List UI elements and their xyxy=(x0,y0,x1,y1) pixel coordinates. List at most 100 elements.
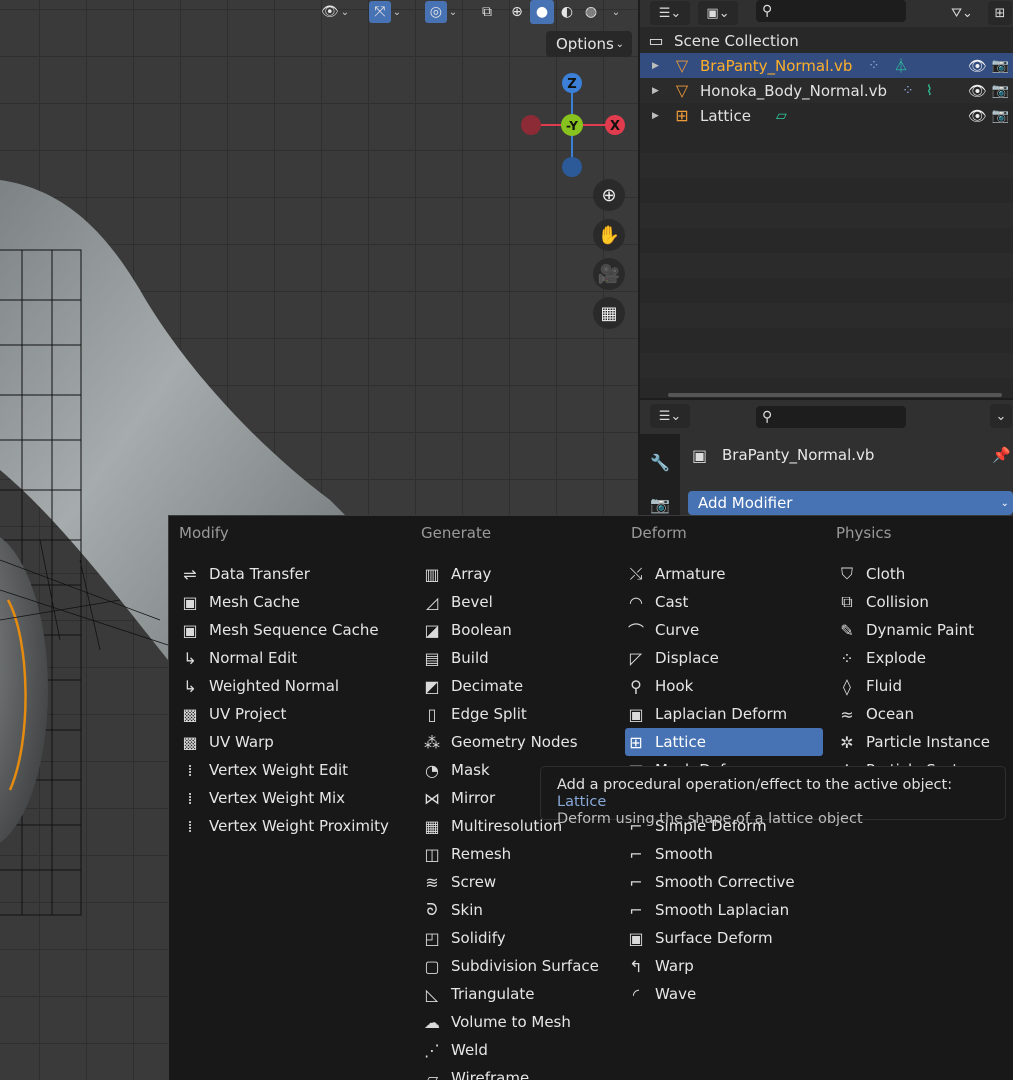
modifier-icon[interactable]: ⁘ xyxy=(868,58,880,74)
menu-item-cloth[interactable]: ⛉ Cloth xyxy=(836,560,1011,588)
menu-item-collision[interactable]: ⧉ Collision xyxy=(836,588,1011,616)
outliner-row-lattice[interactable]: ▶ ⊞ Lattice ▱ 👁 📷 xyxy=(640,103,1013,128)
outliner-row-brapanty[interactable]: ▶ ▽ BraPanty_Normal.vb ⁘ ⏃ 👁 📷 xyxy=(640,53,1013,78)
mirror-icon: ⋈ xyxy=(424,788,440,808)
render-tab[interactable]: 📷 xyxy=(648,492,672,516)
modifier-icon[interactable]: ⁘ xyxy=(902,83,914,99)
camera-render-icon[interactable]: 📷 xyxy=(992,58,1009,74)
menu-item-particle-instance[interactable]: ✲ Particle Instance xyxy=(836,728,1011,756)
outliner-row-honoka[interactable]: ▶ ▽ Honoka_Body_Normal.vb ⁘ ⌇ 👁 📷 xyxy=(640,78,1013,103)
new-collection-button[interactable]: ⊞ xyxy=(988,1,1012,25)
options-dropdown[interactable]: Options ⌄ xyxy=(546,31,632,57)
wireframe-shading-button[interactable]: ⊕ xyxy=(506,0,528,24)
properties-search-input[interactable]: ⚲ xyxy=(756,406,906,428)
add-modifier-dropdown[interactable]: Add Modifier ⌄ xyxy=(688,491,1013,515)
eye-icon[interactable]: 👁 xyxy=(968,107,987,125)
hook-icon: ⚲ xyxy=(630,676,642,696)
menu-item-cast[interactable]: ◠ Cast xyxy=(625,588,823,616)
menu-item-remesh[interactable]: ◫ Remesh xyxy=(421,840,621,868)
visibility-button[interactable]: 👁 ⌄ xyxy=(316,0,354,24)
menu-item-wireframe[interactable]: ▱ Wireframe xyxy=(421,1064,621,1080)
menu-item-volume-to-mesh[interactable]: ☁ Volume to Mesh xyxy=(421,1008,621,1036)
menu-item-triangulate[interactable]: ◺ Triangulate xyxy=(421,980,621,1008)
menu-item-armature[interactable]: ⤯ Armature xyxy=(625,560,823,588)
rendered-shading-button[interactable]: ◍ xyxy=(580,0,602,24)
menu-item-solidify[interactable]: ◰ Solidify xyxy=(421,924,621,952)
menu-item-lattice[interactable]: ⊞ Lattice xyxy=(625,728,823,756)
menu-item-weld[interactable]: ⋰ Weld xyxy=(421,1036,621,1064)
menu-item-vertex-weight-edit[interactable]: ⁞ Vertex Weight Edit xyxy=(179,756,404,784)
menu-item-mesh-cache[interactable]: ▣ Mesh Cache xyxy=(179,588,404,616)
menu-item-explode[interactable]: ⁘ Explode xyxy=(836,644,1011,672)
menu-item-screw[interactable]: ≋ Screw xyxy=(421,868,621,896)
menu-item-array[interactable]: ▥ Array xyxy=(421,560,621,588)
xray-toggle[interactable]: ⧉ xyxy=(476,0,498,24)
menu-item-uv-warp[interactable]: ▩ UV Warp xyxy=(179,728,404,756)
expand-arrow-icon[interactable]: ▶ xyxy=(652,86,662,96)
ortho-toggle-button[interactable]: ▦ xyxy=(593,297,625,329)
menu-item-warp[interactable]: ↰ Warp xyxy=(625,952,823,980)
gizmo-toggle[interactable]: ⤧ ⌄ xyxy=(362,0,408,24)
menu-item-geometry-nodes[interactable]: ⁂ Geometry Nodes xyxy=(421,728,621,756)
menu-item-bevel[interactable]: ◿ Bevel xyxy=(421,588,621,616)
overlay-toggle[interactable]: ◎ ⌄ xyxy=(418,0,464,24)
outliner-scrollbar[interactable] xyxy=(668,393,1002,397)
fluid-icon: ◊ xyxy=(843,676,851,696)
properties-options-button[interactable]: ⌄ xyxy=(990,404,1012,428)
menu-item-smooth-laplacian[interactable]: ⌐ Smooth Laplacian xyxy=(625,896,823,924)
sphere-mesh xyxy=(0,537,48,843)
dynamic-paint-icon: ✎ xyxy=(840,620,854,640)
vertex-group-icon[interactable]: ⌇ xyxy=(926,83,933,99)
menu-item-skin[interactable]: ᘐ Skin xyxy=(421,896,621,924)
outliner-search-input[interactable]: ⚲ xyxy=(756,0,906,22)
zoom-button[interactable]: ⊕ xyxy=(593,179,625,211)
menu-item-weighted-normal[interactable]: ↳ Weighted Normal xyxy=(179,672,404,700)
pan-button[interactable]: ✋ xyxy=(593,219,625,251)
pin-icon[interactable]: 📌 xyxy=(992,446,1011,464)
gizmo-neg-x-axis[interactable] xyxy=(521,115,541,135)
menu-item-normal-edit[interactable]: ↳ Normal Edit xyxy=(179,644,404,672)
lattice-data-icon[interactable]: ▱ xyxy=(776,108,787,124)
menu-item-decimate[interactable]: ◩ Decimate xyxy=(421,672,621,700)
editor-type-button[interactable]: ☰⌄ xyxy=(650,404,690,428)
expand-arrow-icon[interactable]: ▶ xyxy=(652,61,662,71)
tool-tab[interactable]: 🔧 xyxy=(648,450,672,474)
camera-view-button[interactable]: 🎥 xyxy=(593,258,625,290)
scene-collection-row[interactable]: ▭ Scene Collection xyxy=(640,28,1013,53)
shading-options-button[interactable]: ⌄ xyxy=(606,0,624,24)
mesh-data-icon[interactable]: ⏃ xyxy=(894,56,908,76)
menu-item-uv-project[interactable]: ▩ UV Project xyxy=(179,700,404,728)
menu-item-smooth[interactable]: ⌐ Smooth xyxy=(625,840,823,868)
camera-render-icon[interactable]: 📷 xyxy=(992,83,1009,99)
menu-item-smooth-corrective[interactable]: ⌐ Smooth Corrective xyxy=(625,868,823,896)
display-mode-button[interactable]: ☰⌄ xyxy=(650,1,690,25)
eye-icon[interactable]: 👁 xyxy=(968,82,987,100)
menu-item-dynamic-paint[interactable]: ✎ Dynamic Paint xyxy=(836,616,1011,644)
camera-render-icon[interactable]: 📷 xyxy=(992,108,1009,124)
expand-arrow-icon[interactable]: ▶ xyxy=(652,111,662,121)
menu-item-subdivision-surface[interactable]: ▢ Subdivision Surface xyxy=(421,952,621,980)
eye-icon[interactable]: 👁 xyxy=(968,57,987,75)
menu-item-mesh-sequence-cache[interactable]: ▣ Mesh Sequence Cache xyxy=(179,616,404,644)
menu-item-data-transfer[interactable]: ⇌ Data Transfer xyxy=(179,560,404,588)
menu-item-edge-split[interactable]: ▯ Edge Split xyxy=(421,700,621,728)
material-shading-button[interactable]: ◐ xyxy=(556,0,578,24)
menu-item-fluid[interactable]: ◊ Fluid xyxy=(836,672,1011,700)
filter-button[interactable]: ⛛⌄ xyxy=(944,1,980,25)
menu-item-vertex-weight-mix[interactable]: ⁞ Vertex Weight Mix xyxy=(179,784,404,812)
navigation-gizmo[interactable]: Z -Y X xyxy=(515,70,635,180)
menu-item-ocean[interactable]: ≈ Ocean xyxy=(836,700,1011,728)
menu-item-vertex-weight-proximity[interactable]: ⁞ Vertex Weight Proximity xyxy=(179,812,404,840)
menu-item-build[interactable]: ▤ Build xyxy=(421,644,621,672)
menu-item-displace[interactable]: ◸ Displace xyxy=(625,644,823,672)
menu-item-surface-deform[interactable]: ▣ Surface Deform xyxy=(625,924,823,952)
gizmo-neg-z-axis[interactable] xyxy=(562,157,582,177)
menu-item-curve[interactable]: ⌒ Curve xyxy=(625,616,823,644)
solid-shading-button[interactable]: ● xyxy=(530,0,554,24)
filter-type-button[interactable]: ▣⌄ xyxy=(698,1,738,25)
menu-item-wave[interactable]: ◜ Wave xyxy=(625,980,823,1008)
menu-item-laplacian-deform[interactable]: ▣ Laplacian Deform xyxy=(625,700,823,728)
menu-item-boolean[interactable]: ◪ Boolean xyxy=(421,616,621,644)
menu-item-label: Subdivision Surface xyxy=(451,957,599,975)
menu-item-hook[interactable]: ⚲ Hook xyxy=(625,672,823,700)
